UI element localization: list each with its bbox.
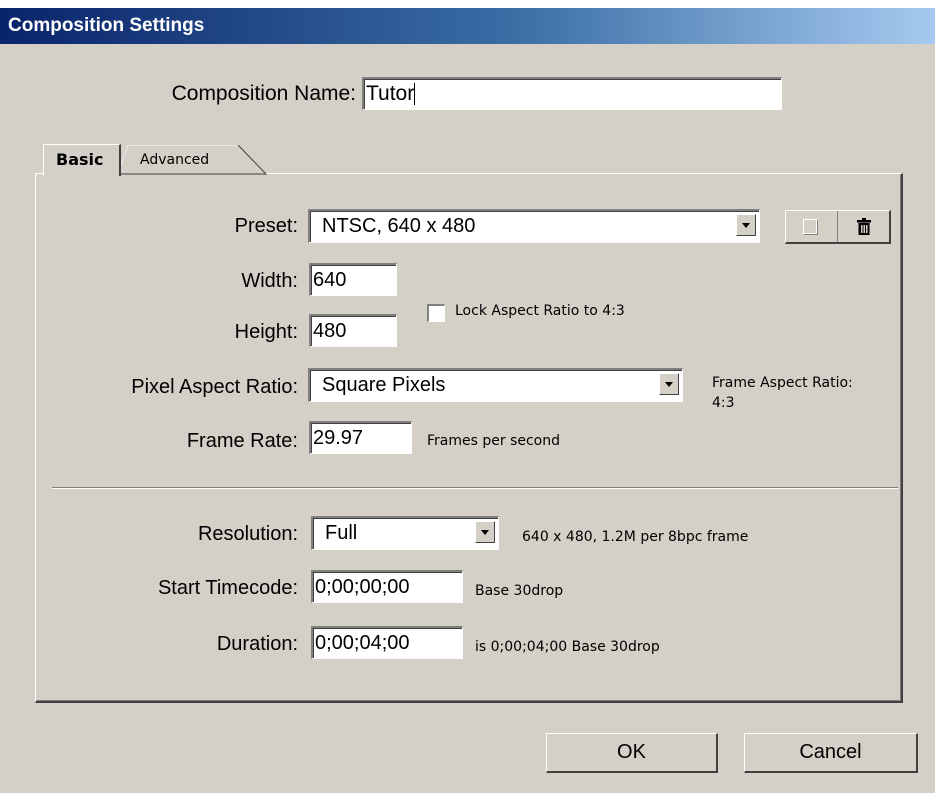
duration-input[interactable]: 0;00;04;00 [311,626,463,659]
resolution-value: Full [325,522,358,544]
dialog-title-bar[interactable]: Composition Settings [0,8,935,44]
height-label: Height: [234,321,298,343]
lock-aspect-checkbox[interactable] [427,304,445,322]
start-timecode-input[interactable]: 0;00;00;00 [311,570,463,603]
chevron-down-icon [481,529,489,535]
height-value: 480 [313,320,347,342]
ok-button[interactable]: OK [546,733,718,773]
delete-preset-button[interactable] [839,211,889,242]
start-timecode-label: Start Timecode: [157,577,298,599]
resolution-dropdown[interactable]: Full [311,516,499,550]
start-timecode-base: Base 30drop [475,583,564,599]
tab-advanced-label: Advanced [140,152,210,168]
pixel-aspect-dropdown[interactable]: Square Pixels [308,368,683,402]
composition-name-value: Tutor [366,82,415,105]
duration-info: is 0;00;04;00 Base 30drop [475,639,660,655]
dialog-title: Composition Settings [8,15,205,36]
trash-icon [857,218,871,235]
preset-dropdown[interactable]: NTSC, 640 x 480 [308,209,760,243]
composition-name-label: Composition Name: [171,82,356,105]
resolution-label: Resolution: [197,523,298,545]
window-top-edge [0,0,935,8]
frame-aspect-label: Frame Aspect Ratio: [712,375,853,391]
section-divider [52,487,898,489]
frame-rate-label: Frame Rate: [186,430,298,452]
preset-dropdown-button[interactable] [736,214,756,236]
pixel-aspect-dropdown-button[interactable] [659,373,679,395]
frame-rate-unit: Frames per second [427,433,560,449]
pixel-aspect-value: Square Pixels [322,374,446,396]
chevron-down-icon [742,222,750,228]
start-timecode-value: 0;00;00;00 [315,576,410,598]
composition-name-input[interactable]: Tutor [362,77,782,110]
duration-value: 0;00;04;00 [315,632,410,654]
lock-aspect-label: Lock Aspect Ratio to 4:3 [455,303,625,319]
frame-rate-input[interactable]: 29.97 [309,421,412,454]
resolution-dropdown-button[interactable] [475,521,495,543]
text-cursor [414,83,416,106]
preset-value: NTSC, 640 x 480 [322,215,476,237]
pixel-aspect-label: Pixel Aspect Ratio: [131,376,298,398]
new-preset-icon [803,219,817,234]
frame-rate-value: 29.97 [313,427,364,449]
tab-basic[interactable]: Basic [43,144,121,176]
chevron-down-icon [665,381,673,387]
cancel-button[interactable]: Cancel [744,733,918,773]
resolution-info: 640 x 480, 1.2M per 8bpc frame [522,529,749,545]
width-label: Width: [241,270,298,292]
new-preset-button[interactable] [786,211,838,242]
tab-basic-label: Basic [56,150,104,169]
width-value: 640 [313,269,347,291]
frame-aspect-value: 4:3 [712,395,735,411]
preset-label: Preset: [234,215,298,237]
width-input[interactable]: 640 [309,263,397,296]
duration-label: Duration: [216,633,298,655]
height-input[interactable]: 480 [309,314,397,347]
preset-button-group [785,210,891,244]
